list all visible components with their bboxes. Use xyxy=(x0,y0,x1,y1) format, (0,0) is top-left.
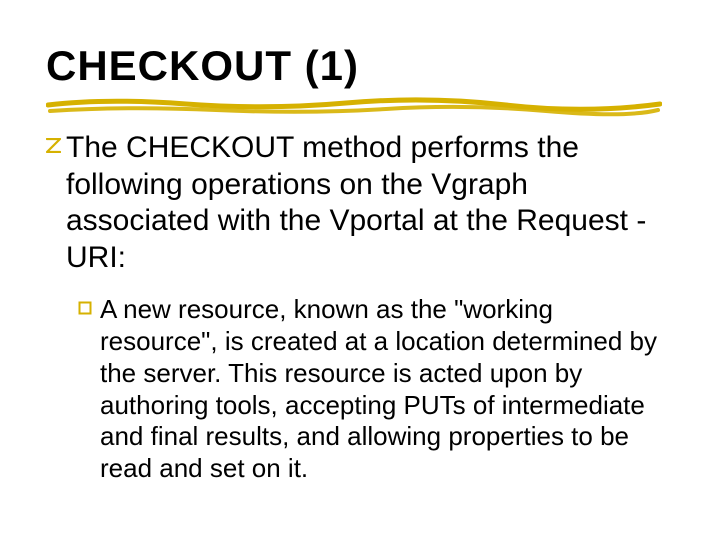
bullet-level-2: A new resource, known as the "working re… xyxy=(46,294,674,484)
z-bullet-icon xyxy=(46,138,61,153)
slide-title: CHECKOUT (1) xyxy=(46,44,674,88)
bullet-level-2-text: A new resource, known as the "working re… xyxy=(100,294,657,483)
title-underline xyxy=(46,95,662,117)
bullet-level-1-text: The CHECKOUT method performs the followi… xyxy=(66,131,646,274)
bullet-level-1: The CHECKOUT method performs the followi… xyxy=(46,130,674,276)
slide: CHECKOUT (1) The CHECKOUT method perform… xyxy=(0,0,720,540)
square-bullet-icon xyxy=(78,301,92,315)
